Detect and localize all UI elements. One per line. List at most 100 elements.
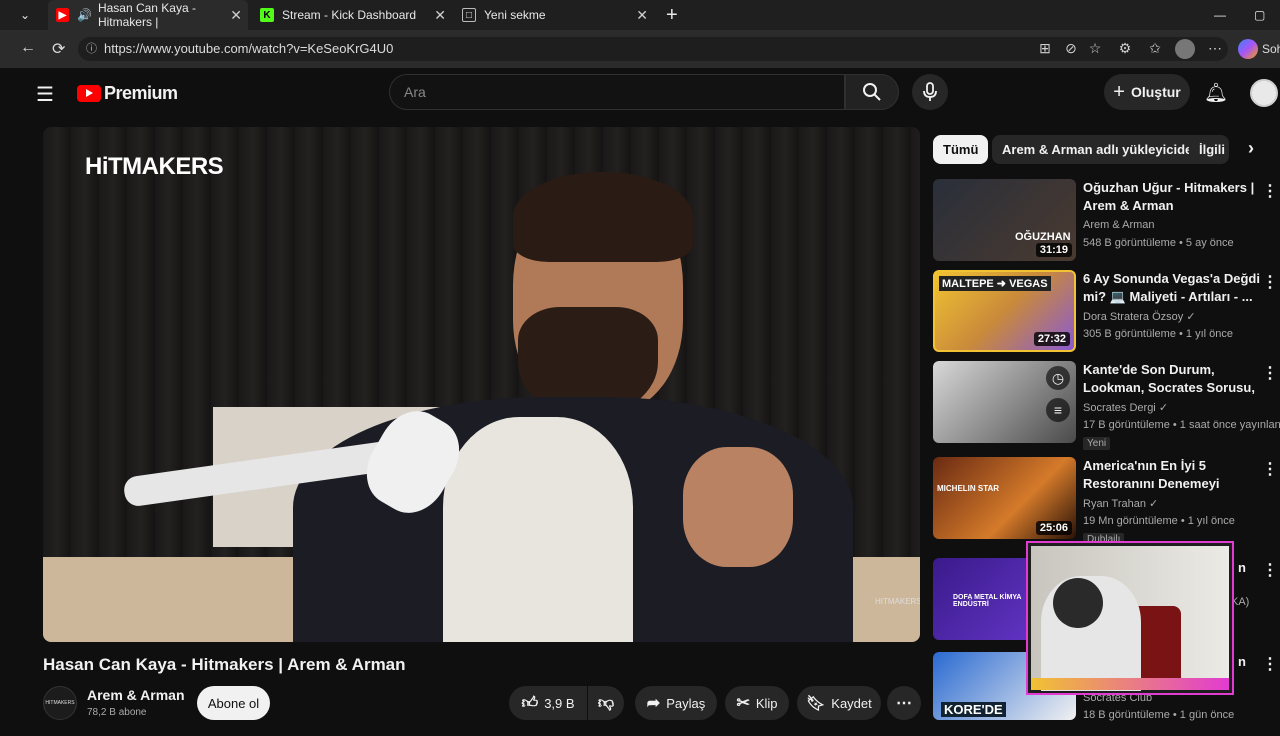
video-title: Hasan Can Kaya - Hitmakers | Arem & Arma… — [43, 655, 406, 674]
host-hand — [683, 447, 793, 567]
video-player[interactable]: HiTMAKERS HITMAKERS — [43, 127, 920, 642]
site-info-icon[interactable]: ⓘ — [86, 37, 97, 61]
kebab-menu-icon[interactable]: ⋮ — [1262, 459, 1278, 479]
kebab-menu-icon[interactable]: ⋮ — [1262, 272, 1278, 292]
plus-icon: + — [1113, 80, 1125, 103]
channel-name[interactable]: Arem & Arman — [1083, 219, 1155, 231]
video-meta: 305 B görüntüleme • 1 yıl önce — [1083, 328, 1233, 340]
notifications-bell-icon[interactable]: 🔔︎ — [1204, 81, 1228, 105]
account-avatar[interactable] — [1250, 79, 1278, 107]
speaker-icon[interactable]: 🔊 — [77, 8, 92, 22]
more-dots-icon: ⋯ — [896, 695, 912, 712]
list-item[interactable]: OĞUZHAN 31:19 Oğuzhan Uğur - Hitmakers |… — [933, 179, 1278, 263]
search-input[interactable]: Ara — [389, 74, 845, 110]
thumbnail-caption: KORE'DE — [941, 702, 1006, 717]
video-meta: 19 Mn görüntüleme • 1 yıl önce — [1083, 515, 1235, 527]
tracking-off-icon[interactable]: ⊘ — [1062, 40, 1080, 58]
youtube-logo[interactable]: Premium — [77, 83, 178, 104]
clip-label: Klip — [755, 695, 778, 711]
copilot-icon[interactable] — [1238, 39, 1258, 59]
video-meta-fragment: KA) — [1231, 596, 1250, 608]
maximize-icon[interactable]: ▢ — [1254, 0, 1265, 30]
video-title: 6 Ay Sonunda Vegas'a Değdi mi? 💻 Maliyet… — [1083, 271, 1260, 304]
voice-search-button[interactable] — [912, 74, 948, 110]
dislike-button[interactable]: 👎︎ — [588, 686, 624, 720]
chip-all[interactable]: Tümü — [933, 135, 989, 164]
close-icon[interactable]: ✕ — [636, 7, 648, 24]
channel-name[interactable]: Ryan Trahan ✓ — [1083, 497, 1158, 510]
copilot-label[interactable]: Soh — [1262, 42, 1280, 56]
duration-badge: 31:19 — [1035, 243, 1072, 257]
minimize-icon[interactable]: — — [1214, 0, 1226, 30]
tab-new[interactable]: □ Yeni sekme ✕ — [458, 0, 654, 30]
thumbs-up-icon: 👍︎ — [521, 694, 539, 712]
tab-youtube[interactable]: ▶ 🔊 Hasan Can Kaya - Hitmakers | ✕ — [48, 0, 248, 30]
video-title-fragment: n — [1238, 560, 1246, 575]
tab-list-chevron-icon[interactable]: ⌄ — [20, 0, 40, 30]
save-button[interactable]: 🔖︎ Kaydet — [797, 686, 881, 720]
list-item[interactable]: ◷ ≡ Kante'de Son Durum, Lookman, Socrate… — [933, 361, 1280, 450]
video-thumbnail[interactable]: MALTEPE ➜ VEGAS 27:32 — [933, 270, 1076, 352]
video-meta: 18 B görüntüleme • 1 gün önce — [1083, 709, 1235, 721]
page-icon: □ — [462, 8, 476, 22]
profile-avatar[interactable] — [1175, 39, 1195, 59]
reload-icon[interactable]: ⟳ — [52, 39, 65, 59]
collections-icon[interactable]: ✩ — [1146, 40, 1164, 58]
kebab-menu-icon[interactable]: ⋮ — [1262, 181, 1278, 201]
channel-avatar[interactable]: HITMAKERS — [43, 686, 77, 720]
new-tab-button[interactable]: + — [666, 0, 678, 30]
channel-name[interactable]: Socrates Dergi ✓ — [1083, 401, 1168, 414]
kebab-menu-icon[interactable]: ⋮ — [1262, 363, 1278, 383]
webcam-overlay — [1026, 541, 1234, 695]
menu-hamburger-icon[interactable]: ☰ — [36, 82, 54, 107]
share-button[interactable]: ➦ Paylaş — [635, 686, 717, 720]
bookmark-icon: 🔖︎ — [806, 695, 826, 712]
video-title: America'nın En İyi 5 Restoranını Denemey… — [1083, 458, 1220, 491]
channel-name[interactable]: Dora Stratera Özsoy ✓ — [1083, 310, 1196, 323]
extension-icon[interactable]: ⚙ — [1116, 40, 1134, 58]
like-button[interactable]: 👍︎ 3,9 B — [509, 686, 587, 720]
channel-name[interactable]: Socrates Club — [1083, 692, 1152, 704]
video-thumbnail[interactable]: MICHELIN STAR 25:06 — [933, 457, 1076, 539]
video-thumbnail[interactable]: OĞUZHAN 31:19 — [933, 179, 1076, 261]
channel-name[interactable]: Arem & Arman — [87, 687, 185, 703]
kick-favicon-icon: K — [260, 8, 274, 22]
kebab-menu-icon[interactable]: ⋮ — [1262, 654, 1278, 674]
url-field[interactable]: ⓘ https://www.youtube.com/watch?v=KeSeoK… — [78, 37, 1228, 61]
chevron-right-icon[interactable]: › — [1248, 138, 1254, 159]
like-count: 3,9 B — [544, 695, 575, 711]
more-options-icon[interactable]: ⋯ — [1206, 40, 1224, 58]
webcam-person-head — [1053, 578, 1103, 628]
close-icon[interactable]: ✕ — [434, 7, 446, 24]
video-meta: 17 B görüntüleme • 1 saat önce yayınland… — [1083, 419, 1280, 431]
more-actions-button[interactable]: ⋯ — [887, 686, 921, 720]
kebab-menu-icon[interactable]: ⋮ — [1262, 560, 1278, 580]
tab-label: Hasan Can Kaya - Hitmakers | — [97, 1, 196, 29]
brand-overlay: HiTMAKERS — [85, 153, 224, 180]
clip-button[interactable]: ✂ Klip — [725, 686, 789, 720]
chip-related[interactable]: İlgili — [1189, 135, 1229, 164]
subscribe-button[interactable]: Abone ol — [197, 686, 270, 720]
video-thumbnail[interactable]: ◷ ≡ — [933, 361, 1076, 443]
watch-later-icon[interactable]: ◷ — [1046, 366, 1070, 390]
new-badge: Yeni — [1083, 437, 1111, 450]
tab-kick[interactable]: K Stream - Kick Dashboard ✕ — [256, 0, 452, 30]
thumbnail-caption: OĞUZHAN — [1015, 231, 1071, 243]
subscriber-count: 78,2 B abone — [87, 707, 147, 718]
add-to-queue-icon[interactable]: ≡ — [1046, 398, 1070, 422]
chip-from-uploader[interactable]: Arem & Arman adlı yükleyiciden — [992, 135, 1211, 164]
brand-watermark: HITMAKERS — [875, 597, 920, 606]
favorite-star-icon[interactable]: ☆ — [1086, 40, 1104, 58]
close-icon[interactable]: ✕ — [230, 7, 242, 24]
apps-icon[interactable]: ⊞ — [1036, 40, 1054, 58]
back-arrow-icon[interactable]: ← — [20, 39, 36, 57]
list-item[interactable]: MALTEPE ➜ VEGAS 27:32 6 Ay Sonunda Vegas… — [933, 270, 1278, 354]
duration-badge: 25:06 — [1035, 521, 1072, 535]
video-title-fragment: n — [1238, 654, 1246, 669]
search-button[interactable] — [845, 74, 899, 110]
list-item[interactable]: MICHELIN STAR 25:06 America'nın En İyi 5… — [933, 457, 1278, 546]
create-button[interactable]: + Oluştur — [1104, 74, 1190, 110]
share-label: Paylaş — [666, 695, 706, 711]
create-label: Oluştur — [1130, 84, 1181, 100]
microphone-icon — [923, 82, 937, 101]
